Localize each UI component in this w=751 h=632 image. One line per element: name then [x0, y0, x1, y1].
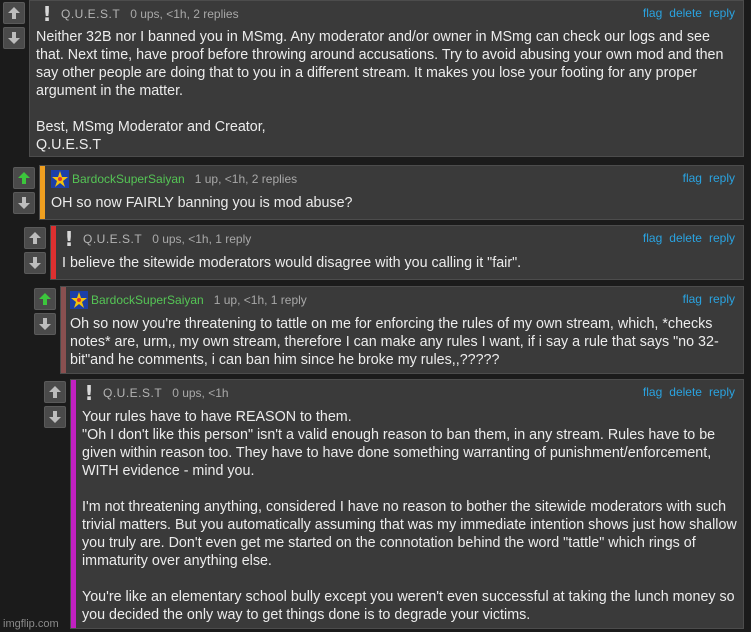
- downvote-button[interactable]: [44, 406, 66, 428]
- vote-controls: [34, 288, 58, 338]
- upvote-button[interactable]: [3, 2, 25, 24]
- arrow-down-icon: [49, 411, 61, 423]
- comment-actions: flag delete reply: [643, 226, 735, 250]
- upvote-button[interactable]: [24, 227, 46, 249]
- comment-quest-2: ! Q.U.E.S.T 0 ups, <1h, 1 reply flag del…: [24, 225, 744, 280]
- moderator-exclaim-icon: !: [84, 381, 94, 405]
- comment-actions: flag reply: [683, 287, 735, 311]
- reply-link[interactable]: reply: [709, 292, 735, 306]
- arrow-down-icon: [18, 197, 30, 209]
- user-avatar-icon: [70, 291, 88, 309]
- comment-meta: 0 ups, <1h, 2 replies: [130, 7, 239, 21]
- flag-link[interactable]: flag: [643, 6, 662, 20]
- moderator-exclaim-icon: !: [42, 2, 52, 26]
- downvote-button[interactable]: [3, 27, 25, 49]
- comment-quest-1: ! Q.U.E.S.T 0 ups, <1h, 2 replies flag d…: [3, 0, 744, 157]
- vote-controls: [44, 381, 68, 431]
- comment-text: I believe the sitewide moderators would …: [62, 255, 522, 271]
- arrow-down-icon: [39, 318, 51, 330]
- vote-controls: [13, 167, 37, 217]
- comment-quest-3: ! Q.U.E.S.T 0 ups, <1h flag delete reply…: [44, 379, 744, 629]
- vote-controls: [24, 227, 48, 277]
- vote-controls: [3, 2, 27, 52]
- arrow-up-icon: [8, 7, 20, 19]
- comment-text: Neither 32B nor I banned you in MSmg. An…: [36, 29, 724, 153]
- username[interactable]: BardockSuperSaiyan: [72, 172, 185, 186]
- comment-bardock-1: BardockSuperSaiyan 1 up, <1h, 2 replies …: [13, 165, 744, 220]
- thread-bar: [71, 380, 76, 628]
- comment-header: BardockSuperSaiyan 1 up, <1h, 2 replies: [40, 167, 743, 191]
- comment-header: ! Q.U.E.S.T 0 ups, <1h, 1 reply: [51, 227, 743, 251]
- user-avatar-icon: [51, 170, 69, 188]
- comment-bardock-2: BardockSuperSaiyan 1 up, <1h, 1 reply fl…: [34, 286, 744, 374]
- comment-text: Your rules have to have REASON to them. …: [82, 409, 737, 623]
- delete-link[interactable]: delete: [669, 385, 702, 399]
- comment-panel: ! Q.U.E.S.T 0 ups, <1h, 2 replies flag d…: [29, 0, 744, 157]
- flag-link[interactable]: flag: [683, 292, 702, 306]
- comment-header: ! Q.U.E.S.T 0 ups, <1h, 2 replies: [30, 2, 743, 26]
- comment-header: BardockSuperSaiyan 1 up, <1h, 1 reply: [61, 288, 743, 312]
- comment-meta: 0 ups, <1h, 1 reply: [152, 232, 252, 246]
- flag-link[interactable]: flag: [643, 385, 662, 399]
- comment-panel: BardockSuperSaiyan 1 up, <1h, 1 reply fl…: [60, 286, 744, 374]
- username[interactable]: Q.U.E.S.T: [61, 7, 120, 21]
- arrow-down-icon: [8, 32, 20, 44]
- comment-actions: flag reply: [683, 166, 735, 190]
- comment-panel: BardockSuperSaiyan 1 up, <1h, 2 replies …: [39, 165, 744, 220]
- arrow-up-icon: [49, 386, 61, 398]
- comment-meta: 1 up, <1h, 2 replies: [194, 172, 298, 186]
- comment-text: Oh so now you're threatening to tattle o…: [70, 316, 719, 368]
- flag-link[interactable]: flag: [643, 231, 662, 245]
- delete-link[interactable]: delete: [669, 231, 702, 245]
- username[interactable]: Q.U.E.S.T: [83, 232, 142, 246]
- downvote-button[interactable]: [34, 313, 56, 335]
- arrow-up-icon: [39, 293, 51, 305]
- arrow-down-icon: [29, 257, 41, 269]
- reply-link[interactable]: reply: [709, 171, 735, 185]
- upvote-button[interactable]: [13, 167, 35, 189]
- reply-link[interactable]: reply: [709, 6, 735, 20]
- username[interactable]: Q.U.E.S.T: [103, 386, 162, 400]
- downvote-button[interactable]: [13, 192, 35, 214]
- reply-link[interactable]: reply: [709, 231, 735, 245]
- reply-link[interactable]: reply: [709, 385, 735, 399]
- arrow-up-icon: [18, 172, 30, 184]
- downvote-button[interactable]: [24, 252, 46, 274]
- comment-actions: flag delete reply: [643, 1, 735, 25]
- comment-actions: flag delete reply: [643, 380, 735, 404]
- upvote-button[interactable]: [44, 381, 66, 403]
- arrow-up-icon: [29, 232, 41, 244]
- username[interactable]: BardockSuperSaiyan: [91, 293, 204, 307]
- imgflip-watermark: imgflip.com: [3, 618, 59, 630]
- comment-meta: 1 up, <1h, 1 reply: [213, 293, 307, 307]
- flag-link[interactable]: flag: [683, 171, 702, 185]
- comment-panel: ! Q.U.E.S.T 0 ups, <1h, 1 reply flag del…: [50, 225, 744, 280]
- upvote-button[interactable]: [34, 288, 56, 310]
- comment-panel: ! Q.U.E.S.T 0 ups, <1h flag delete reply…: [70, 379, 744, 629]
- delete-link[interactable]: delete: [669, 6, 702, 20]
- comment-text: OH so now FAIRLY banning you is mod abus…: [51, 195, 353, 211]
- moderator-exclaim-icon: !: [64, 227, 74, 251]
- comment-meta: 0 ups, <1h: [172, 386, 229, 400]
